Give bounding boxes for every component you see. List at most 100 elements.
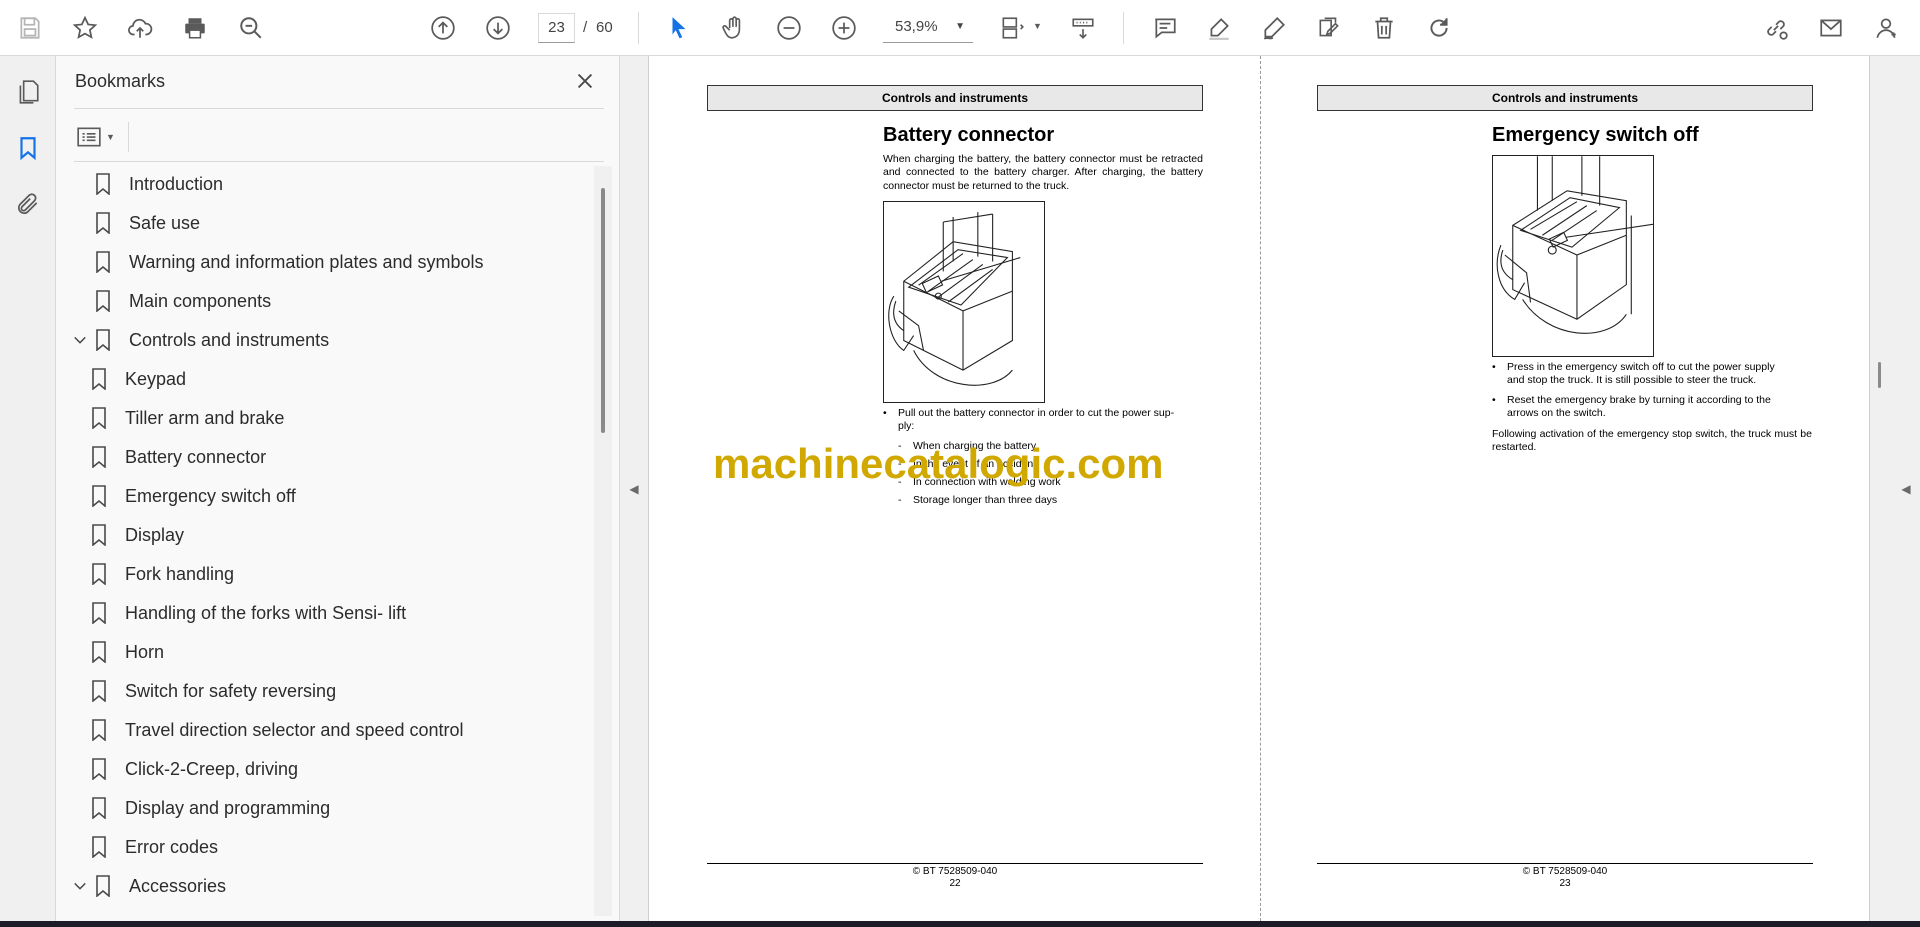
bookmark-item[interactable]: Fork handling [91, 556, 234, 592]
email-icon[interactable] [1814, 11, 1848, 45]
delete-trash-icon[interactable] [1367, 11, 1401, 45]
bookmark-item[interactable]: Warning and information plates and symbo… [71, 244, 484, 280]
bookmark-label: Display [125, 524, 185, 545]
bookmark-item[interactable]: Controls and instruments [71, 322, 329, 358]
list-options-icon [77, 127, 101, 147]
comment-icon[interactable] [1148, 11, 1182, 45]
bookmark-icon [91, 485, 107, 507]
next-page-icon[interactable] [481, 11, 515, 45]
bookmark-item[interactable]: Error codes [91, 829, 218, 865]
hand-tool-icon[interactable] [717, 11, 751, 45]
page-header: Controls and instruments [1317, 85, 1813, 111]
upload-cloud-icon[interactable] [123, 11, 157, 45]
zoom-dropdown[interactable]: 53,9% ▼ [883, 13, 973, 43]
page-fit-icon[interactable] [995, 11, 1029, 45]
chevron-down-icon[interactable]: ▼ [1033, 21, 1042, 31]
bookmark-label: Safe use [129, 212, 201, 233]
footer-doc-number: © BT 7528509-040 [912, 866, 998, 877]
bookmark-label: Introduction [129, 173, 224, 194]
footer-rule [1317, 863, 1813, 864]
bookmark-item[interactable]: Display [91, 517, 184, 553]
bookmark-item[interactable]: Horn [91, 634, 164, 670]
two-page-spread: Controls and instruments Battery connect… [648, 56, 1870, 921]
scrollbar-thumb[interactable] [601, 188, 605, 433]
bookmark-item[interactable]: Click-2-Creep, driving [91, 751, 298, 787]
main-toolbar: 23 / 60 53,9% ▼ ▼ [0, 0, 1920, 56]
bookmark-icon [91, 680, 107, 702]
bookmarks-panel: Bookmarks ▼ Introduction Safe use Warning … [56, 56, 620, 921]
scroll-mode-icon[interactable] [1066, 11, 1100, 45]
bookmark-icon [91, 797, 107, 819]
divider [74, 108, 604, 109]
bookmark-label: Tiller arm and brake [125, 407, 285, 428]
print-icon[interactable] [178, 11, 212, 45]
chevron-down-icon[interactable] [71, 331, 89, 349]
taskbar-strip [0, 921, 1920, 927]
bookmark-icon [95, 251, 111, 273]
attachments-icon[interactable] [12, 188, 44, 220]
bookmark-item[interactable]: Display and programming [91, 790, 330, 826]
bookmark-label: Horn [125, 641, 165, 662]
section-title: Emergency switch off [1492, 124, 1699, 146]
save-icon[interactable] [13, 11, 47, 45]
bookmark-label: Travel direction selector and speed cont… [125, 719, 464, 740]
bookmark-label: Fork handling [125, 563, 235, 584]
bookmark-item[interactable]: Handling of the forks with Sensi- lift [91, 595, 406, 631]
bookmark-item[interactable]: Emergency switch off [91, 478, 296, 514]
bookmarks-icon[interactable] [12, 132, 44, 164]
expand-panel-right-icon[interactable]: ◀ [1892, 56, 1920, 921]
bookmark-icon [95, 290, 111, 312]
rotate-icon[interactable] [1422, 11, 1456, 45]
account-icon[interactable] [1869, 11, 1903, 45]
bookmark-icon [91, 602, 107, 624]
document-area: ◀ Controls and instruments Battery conne… [620, 56, 1920, 921]
bookmark-item[interactable]: Tiller arm and brake [91, 400, 284, 436]
divider [128, 122, 129, 152]
scrollbar-thumb[interactable] [1878, 362, 1881, 388]
bullet-glyph: • [1492, 361, 1496, 373]
bookmark-item[interactable]: Travel direction selector and speed cont… [91, 712, 464, 748]
draw-pen-icon[interactable] [1257, 11, 1291, 45]
bookmark-icon [91, 719, 107, 741]
zoom-out-icon[interactable] [772, 11, 806, 45]
bullet-text-line: and stop the truck. It is still possible… [1507, 374, 1757, 386]
page-number-input[interactable]: 23 [538, 13, 575, 43]
footer-page-number: 22 [949, 878, 961, 889]
bookmark-item[interactable]: Safe use [71, 205, 200, 241]
zoom-in-icon[interactable] [827, 11, 861, 45]
bullet-text-line: ply: [898, 420, 915, 432]
page-header: Controls and instruments [707, 85, 1203, 111]
share-link-icon[interactable] [1759, 11, 1793, 45]
bookmark-options-button[interactable]: ▼ [76, 122, 124, 152]
close-icon[interactable] [572, 68, 598, 94]
bookmark-icon [91, 446, 107, 468]
bookmark-icon [91, 758, 107, 780]
bookmark-star-icon[interactable] [68, 11, 102, 45]
select-cursor-icon[interactable] [662, 11, 696, 45]
edit-pdf-icon[interactable] [1312, 11, 1346, 45]
dash-item: - Storage longer than three days [898, 494, 1198, 508]
bookmark-icon [95, 875, 111, 897]
bookmark-label: Emergency switch off [125, 485, 296, 506]
bookmark-item[interactable]: Introduction [71, 166, 223, 202]
previous-page-icon[interactable] [426, 11, 460, 45]
bookmark-item[interactable]: Keypad [91, 361, 186, 397]
bullet-glyph: • [883, 407, 887, 419]
bookmark-scrollbar[interactable] [594, 166, 612, 916]
bookmark-item[interactable]: Accessories [71, 868, 226, 904]
bookmark-item[interactable]: Switch for safety reversing [91, 673, 336, 709]
bookmark-label: Controls and instruments [129, 329, 330, 350]
dash-text: Storage longer than three days [913, 494, 1058, 506]
bookmark-item[interactable]: Battery connector [91, 439, 266, 475]
bullet-text-line: Reset the emergency brake by turning it … [1507, 394, 1771, 406]
highlight-icon[interactable] [1202, 11, 1236, 45]
bookmark-item[interactable]: Main components [71, 283, 271, 319]
chevron-down-icon[interactable] [71, 877, 89, 895]
document-scrollbar[interactable] [1870, 56, 1890, 921]
find-zoom-icon[interactable] [234, 11, 268, 45]
collapse-panel-left-icon[interactable]: ◀ [620, 56, 648, 921]
page-thumbnails-icon[interactable] [12, 76, 44, 108]
chevron-down-icon: ▼ [106, 132, 115, 142]
